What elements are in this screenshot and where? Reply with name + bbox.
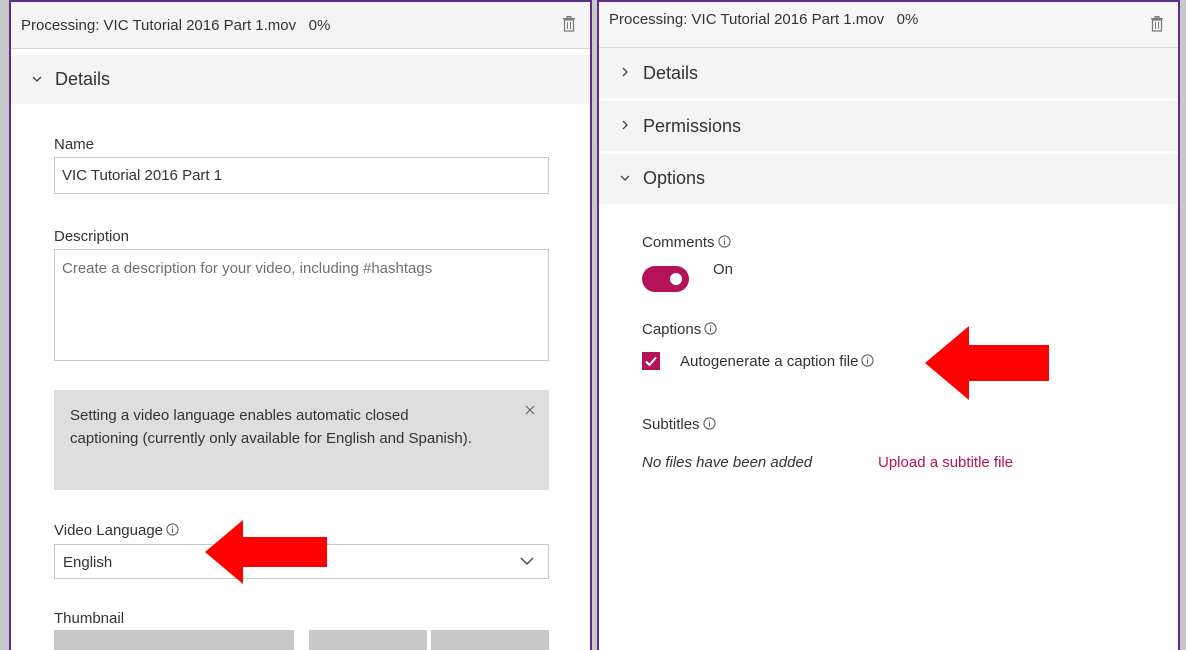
- description-input[interactable]: [54, 249, 549, 361]
- processing-header: Processing: VIC Tutorial 2016 Part 1.mov…: [599, 2, 1178, 48]
- chevron-down-icon: [32, 76, 42, 82]
- options-section-label: Options: [643, 168, 706, 188]
- left-gutter: [0, 0, 9, 650]
- chevron-down-icon: [620, 175, 630, 181]
- subtitles-label: Subtitles: [642, 416, 716, 433]
- info-icon[interactable]: [861, 354, 875, 367]
- checkmark-icon: [645, 356, 657, 367]
- captions-label-text: Captions: [642, 321, 702, 338]
- processing-title: Processing: VIC Tutorial 2016 Part 1.mov…: [609, 11, 919, 28]
- captions-label: Captions: [642, 321, 717, 338]
- options-section-header[interactable]: Options: [599, 154, 1178, 204]
- info-icon[interactable]: [166, 523, 179, 536]
- description-label: Description: [54, 228, 130, 245]
- thumbnail-option[interactable]: [54, 630, 294, 650]
- video-language-label-text: Video Language: [54, 522, 163, 539]
- language-notice: Setting a video language enables automat…: [54, 390, 549, 490]
- no-subtitles-text: No files have been added: [642, 454, 813, 471]
- comments-toggle-label: On: [713, 261, 734, 278]
- autogenerate-captions-label: Autogenerate a caption file: [680, 353, 875, 370]
- thumbnail-label: Thumbnail: [54, 610, 125, 627]
- red-arrow-annotation: [205, 520, 327, 584]
- comments-label: Comments: [642, 234, 731, 251]
- thumbnail-option[interactable]: [431, 630, 549, 650]
- permissions-section-header[interactable]: Permissions: [599, 101, 1178, 151]
- chevron-right-icon: [622, 67, 628, 77]
- comments-label-text: Comments: [642, 234, 715, 251]
- processing-header: Processing: VIC Tutorial 2016 Part 1.mov…: [11, 2, 590, 49]
- upload-subtitle-link[interactable]: Upload a subtitle file: [878, 454, 1013, 471]
- details-section-label: Details: [55, 69, 111, 89]
- info-icon[interactable]: [702, 417, 716, 430]
- upload-panel-details: Processing: VIC Tutorial 2016 Part 1.mov…: [9, 0, 592, 650]
- toggle-knob: [670, 273, 682, 285]
- details-section-header[interactable]: Details: [599, 48, 1178, 98]
- autogenerate-captions-label-text: Autogenerate a caption file: [680, 353, 859, 370]
- upload-panel-options: Processing: VIC Tutorial 2016 Part 1.mov…: [597, 0, 1180, 650]
- autogenerate-captions-checkbox[interactable]: [642, 352, 660, 370]
- info-icon[interactable]: [704, 322, 717, 335]
- subtitles-label-text: Subtitles: [642, 416, 700, 433]
- chevron-right-icon: [622, 120, 628, 130]
- red-arrow-annotation: [925, 326, 1049, 400]
- details-section-label: Details: [643, 63, 699, 83]
- notice-text: Setting a video language enables automat…: [70, 407, 472, 447]
- name-label: Name: [54, 136, 95, 153]
- video-language-value: English: [63, 554, 113, 571]
- name-input[interactable]: [54, 157, 549, 194]
- details-section-header[interactable]: Details: [11, 55, 590, 104]
- video-language-label: Video Language: [54, 522, 179, 539]
- chevron-down-icon: [520, 557, 534, 565]
- info-icon[interactable]: [717, 235, 731, 248]
- processing-title: Processing: VIC Tutorial 2016 Part 1.mov…: [21, 17, 331, 34]
- thumbnail-option[interactable]: [309, 630, 427, 650]
- trash-icon[interactable]: [562, 16, 576, 32]
- right-gutter: [1180, 0, 1186, 650]
- close-icon[interactable]: [525, 405, 535, 415]
- permissions-section-label: Permissions: [643, 116, 742, 136]
- trash-icon[interactable]: [1150, 16, 1164, 32]
- comments-toggle[interactable]: [642, 266, 689, 292]
